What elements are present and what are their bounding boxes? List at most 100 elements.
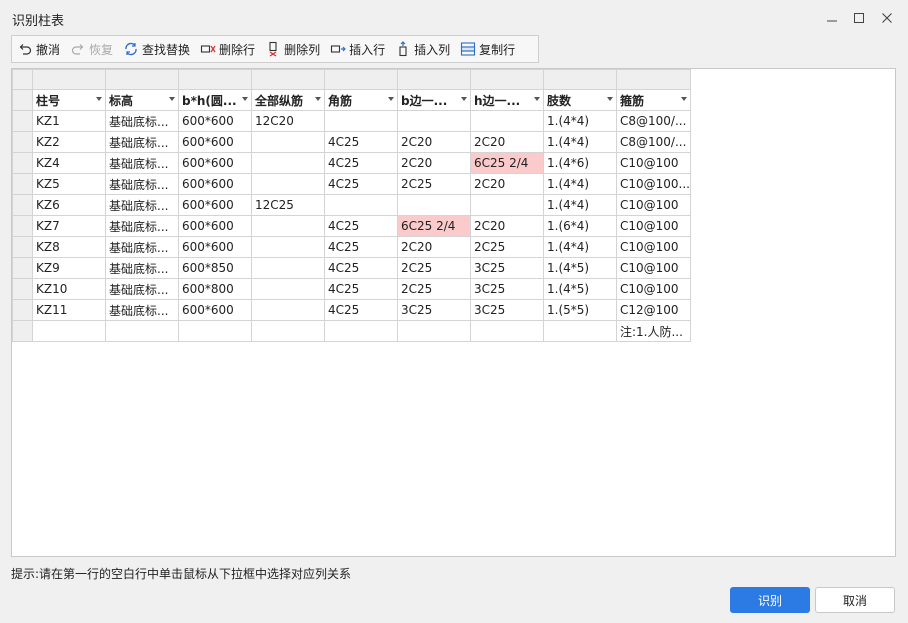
row-header-cell[interactable] <box>12 257 33 279</box>
table-cell[interactable]: 基础底标... <box>105 215 179 237</box>
table-cell[interactable]: C10@100 <box>616 257 691 279</box>
row-header-cell[interactable] <box>12 320 33 342</box>
table-cell[interactable] <box>397 194 471 216</box>
table-cell[interactable]: 600*600 <box>178 152 252 174</box>
table-cell[interactable]: 注:1.人防... <box>616 320 691 342</box>
table-cell[interactable]: 1.(4*4) <box>543 110 617 132</box>
maximize-button[interactable] <box>848 8 870 28</box>
find-replace-button[interactable]: 查找替换 <box>118 37 195 61</box>
column-header-dropdown[interactable]: 箍筋 <box>616 89 691 111</box>
table-cell[interactable]: KZ2 <box>32 131 106 153</box>
table-cell[interactable]: C10@100 <box>616 194 691 216</box>
mapping-cell[interactable] <box>616 69 691 90</box>
table-cell[interactable]: 4C25 <box>324 236 398 258</box>
table-cell[interactable]: 基础底标... <box>105 278 179 300</box>
table-cell[interactable]: 600*600 <box>178 131 252 153</box>
table-cell[interactable]: 600*850 <box>178 257 252 279</box>
delete-row-button[interactable]: 删除行 <box>195 37 260 61</box>
table-cell[interactable]: 12C25 <box>251 194 325 216</box>
table-cell[interactable]: 4C25 <box>324 299 398 321</box>
row-header-cell[interactable] <box>12 236 33 258</box>
table-cell[interactable]: 2C25 <box>397 278 471 300</box>
table-cell[interactable]: 1.(4*4) <box>543 236 617 258</box>
table-cell[interactable]: KZ9 <box>32 257 106 279</box>
close-button[interactable] <box>876 8 898 28</box>
table-cell[interactable]: KZ8 <box>32 236 106 258</box>
table-cell[interactable]: 600*600 <box>178 299 252 321</box>
table-cell[interactable] <box>251 278 325 300</box>
table-cell[interactable]: 4C25 <box>324 152 398 174</box>
table-cell[interactable]: 1.(4*4) <box>543 194 617 216</box>
column-header-dropdown[interactable]: b*h(圆... <box>178 89 252 111</box>
table-cell[interactable] <box>324 194 398 216</box>
table-cell[interactable]: 600*600 <box>178 236 252 258</box>
insert-column-button[interactable]: 插入列 <box>390 37 455 61</box>
column-header-dropdown[interactable]: 肢数 <box>543 89 617 111</box>
table-cell[interactable]: KZ10 <box>32 278 106 300</box>
row-header-cell[interactable] <box>12 194 33 216</box>
table-cell[interactable]: 1.(4*5) <box>543 278 617 300</box>
row-header-cell[interactable] <box>12 173 33 195</box>
table-cell[interactable] <box>324 110 398 132</box>
row-header-cell[interactable] <box>12 278 33 300</box>
table-cell[interactable]: 基础底标... <box>105 152 179 174</box>
recognize-button[interactable]: 识别 <box>730 587 810 613</box>
table-cell[interactable]: 12C20 <box>251 110 325 132</box>
table-cell[interactable]: 基础底标... <box>105 173 179 195</box>
table-cell[interactable]: 600*800 <box>178 278 252 300</box>
row-header-cell[interactable] <box>12 299 33 321</box>
table-cell[interactable] <box>105 320 179 342</box>
mapping-cell[interactable] <box>251 69 325 90</box>
table-cell[interactable] <box>397 320 471 342</box>
table-cell[interactable]: C8@100/... <box>616 110 691 132</box>
table-cell[interactable] <box>397 110 471 132</box>
mapping-cell[interactable] <box>470 69 544 90</box>
insert-row-button[interactable]: 插入行 <box>325 37 390 61</box>
table-cell[interactable]: C12@100 <box>616 299 691 321</box>
table-cell[interactable]: C10@100 <box>616 236 691 258</box>
row-header-cell[interactable] <box>12 110 33 132</box>
table-cell[interactable]: 1.(4*5) <box>543 257 617 279</box>
table-cell[interactable]: KZ1 <box>32 110 106 132</box>
table-cell[interactable] <box>470 110 544 132</box>
table-cell[interactable]: 基础底标... <box>105 131 179 153</box>
table-cell[interactable]: 2C20 <box>397 236 471 258</box>
table-cell[interactable]: C10@100 <box>616 278 691 300</box>
table-cell[interactable]: KZ7 <box>32 215 106 237</box>
table-cell[interactable]: KZ5 <box>32 173 106 195</box>
table-cell[interactable]: 600*600 <box>178 110 252 132</box>
row-header-cell[interactable] <box>12 152 33 174</box>
mapping-cell[interactable] <box>105 69 179 90</box>
column-header-dropdown[interactable]: h边一... <box>470 89 544 111</box>
table-cell[interactable] <box>324 320 398 342</box>
table-cell[interactable]: 2C20 <box>470 173 544 195</box>
table-cell[interactable] <box>251 152 325 174</box>
table-cell[interactable]: 600*600 <box>178 173 252 195</box>
table-cell[interactable]: 2C20 <box>397 152 471 174</box>
table-cell[interactable]: 4C25 <box>324 131 398 153</box>
table-cell[interactable]: C10@100 <box>616 215 691 237</box>
table-cell[interactable] <box>251 131 325 153</box>
table-cell[interactable]: 1.(4*6) <box>543 152 617 174</box>
table-cell-highlighted[interactable]: 6C25 2/4 <box>397 215 471 237</box>
minimize-button[interactable] <box>821 8 843 28</box>
table-cell[interactable] <box>543 320 617 342</box>
table-cell[interactable] <box>251 215 325 237</box>
table-cell[interactable]: 4C25 <box>324 173 398 195</box>
table-cell[interactable]: 600*600 <box>178 215 252 237</box>
table-cell[interactable] <box>251 173 325 195</box>
table-cell[interactable]: 基础底标... <box>105 194 179 216</box>
table-cell[interactable]: 3C25 <box>470 257 544 279</box>
table-cell[interactable]: KZ4 <box>32 152 106 174</box>
mapping-cell[interactable] <box>324 69 398 90</box>
delete-column-button[interactable]: 删除列 <box>260 37 325 61</box>
redo-button[interactable]: 恢复 <box>65 37 118 61</box>
column-header-dropdown[interactable]: 标高 <box>105 89 179 111</box>
table-cell[interactable]: 基础底标... <box>105 110 179 132</box>
table-cell[interactable]: 2C25 <box>397 257 471 279</box>
table-cell[interactable]: 1.(6*4) <box>543 215 617 237</box>
table-cell[interactable]: 2C25 <box>397 173 471 195</box>
table-cell[interactable]: 4C25 <box>324 278 398 300</box>
table-cell-highlighted[interactable]: 6C25 2/4 <box>470 152 544 174</box>
table-cell[interactable] <box>251 320 325 342</box>
